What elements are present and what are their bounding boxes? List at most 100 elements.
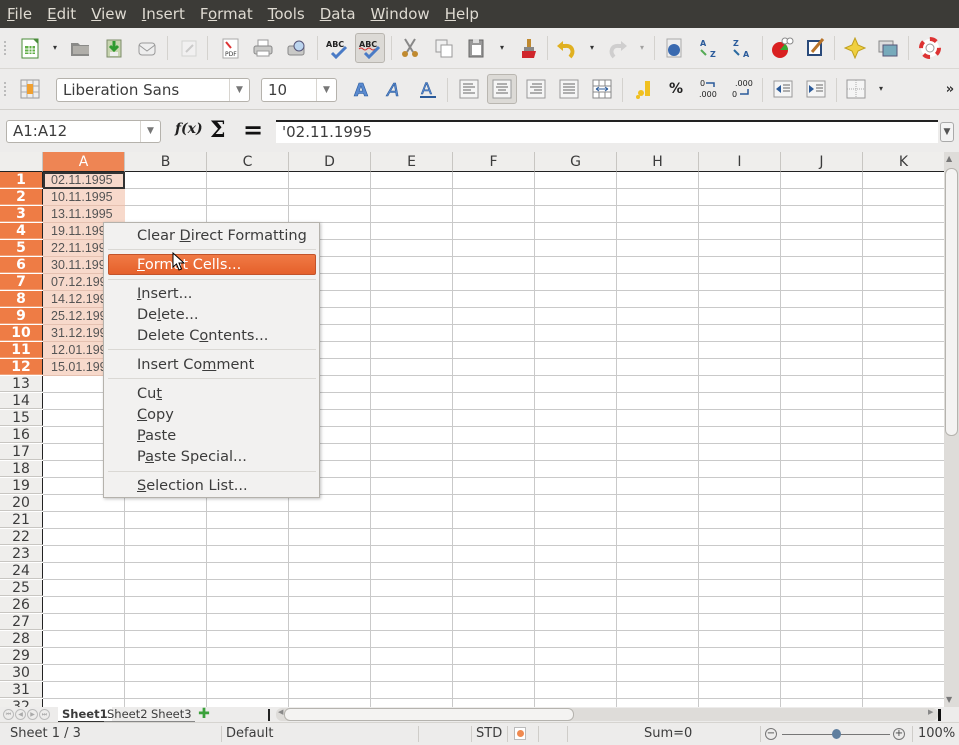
menu-view[interactable]: View bbox=[84, 0, 135, 28]
export-pdf-icon[interactable]: PDF bbox=[216, 34, 244, 62]
paste-dropdown-icon[interactable]: ▾ bbox=[497, 43, 507, 53]
menu-data[interactable]: Data bbox=[313, 0, 364, 28]
function-button[interactable]: = bbox=[243, 116, 263, 144]
row-header-5[interactable]: 5 bbox=[0, 240, 43, 256]
scroll-left-icon[interactable]: ◀ bbox=[278, 708, 283, 716]
context-menu-item-cut[interactable]: Cut bbox=[105, 384, 318, 405]
row-header-12[interactable]: 12 bbox=[0, 359, 43, 375]
first-sheet-icon[interactable]: ⏮ bbox=[3, 709, 14, 720]
selection-mode[interactable]: STD bbox=[476, 723, 502, 745]
row-header-23[interactable]: 23 bbox=[0, 546, 43, 562]
cut-icon[interactable] bbox=[396, 34, 424, 62]
menu-file[interactable]: File bbox=[0, 0, 40, 28]
column-header-c[interactable]: C bbox=[207, 152, 289, 172]
delete-decimal-icon[interactable]: .000 0 bbox=[727, 75, 755, 103]
prev-sheet-icon[interactable]: ◀ bbox=[15, 709, 26, 720]
email-icon[interactable] bbox=[133, 34, 161, 62]
save-icon[interactable] bbox=[100, 34, 128, 62]
sort-descending-icon[interactable]: ZA bbox=[727, 34, 755, 62]
zoom-level[interactable]: 100% bbox=[918, 723, 955, 745]
row-header-1[interactable]: 1 bbox=[0, 172, 43, 188]
context-menu-item-clear-direct-formatting[interactable]: Clear Direct Formatting bbox=[105, 226, 318, 247]
open-folder-icon[interactable] bbox=[66, 34, 94, 62]
row-header-9[interactable]: 9 bbox=[0, 308, 43, 324]
merge-cells-icon[interactable] bbox=[588, 75, 616, 103]
column-header-a[interactable]: A bbox=[43, 152, 125, 172]
borders-dropdown-icon[interactable]: ▾ bbox=[876, 84, 886, 94]
menu-window[interactable]: Window bbox=[364, 0, 438, 28]
gallery-icon[interactable] bbox=[874, 34, 902, 62]
toolbar-overflow-button[interactable]: » bbox=[936, 75, 959, 103]
font-size-dropdown-icon[interactable]: ▼ bbox=[316, 79, 336, 101]
spellcheck-icon[interactable]: ABC bbox=[323, 34, 351, 62]
column-header-b[interactable]: B bbox=[125, 152, 207, 172]
align-center-icon[interactable] bbox=[487, 74, 517, 104]
expand-formula-bar-icon[interactable]: ▼ bbox=[940, 122, 954, 142]
column-header-h[interactable]: H bbox=[617, 152, 699, 172]
copy-icon[interactable] bbox=[430, 34, 458, 62]
column-header-i[interactable]: I bbox=[699, 152, 781, 172]
toolbar-grip[interactable] bbox=[4, 82, 8, 96]
row-header-19[interactable]: 19 bbox=[0, 478, 43, 494]
new-spreadsheet-icon[interactable] bbox=[16, 34, 44, 62]
row-header-24[interactable]: 24 bbox=[0, 563, 43, 579]
column-header-d[interactable]: D bbox=[289, 152, 371, 172]
sum-button[interactable]: Σ bbox=[210, 117, 226, 143]
redo-dropdown-icon[interactable]: ▾ bbox=[637, 43, 647, 53]
context-menu-item-delete-contents[interactable]: Delete Contents... bbox=[105, 326, 318, 347]
autospellcheck-icon[interactable]: ABC bbox=[355, 33, 385, 63]
scroll-up-icon[interactable]: ▲ bbox=[946, 154, 952, 163]
name-box[interactable]: A1:A12 ▼ bbox=[6, 120, 161, 143]
column-header-e[interactable]: E bbox=[371, 152, 453, 172]
bold-icon[interactable]: A bbox=[348, 75, 376, 103]
undo-dropdown-icon[interactable]: ▾ bbox=[587, 43, 597, 53]
row-header-2[interactable]: 2 bbox=[0, 189, 43, 205]
scroll-down-icon[interactable]: ▼ bbox=[946, 695, 952, 704]
vertical-scrollbar[interactable]: ▲ ▼ bbox=[944, 152, 959, 707]
redo-icon[interactable] bbox=[604, 34, 632, 62]
row-header-29[interactable]: 29 bbox=[0, 648, 43, 664]
row-header-25[interactable]: 25 bbox=[0, 580, 43, 596]
add-decimal-icon[interactable]: 0 .000 bbox=[695, 75, 723, 103]
function-wizard-button[interactable]: f(x) bbox=[175, 121, 203, 137]
last-sheet-icon[interactable]: ⏭ bbox=[39, 709, 50, 720]
menu-tools[interactable]: Tools bbox=[261, 0, 313, 28]
horizontal-scroll-thumb[interactable] bbox=[284, 708, 574, 721]
row-header-15[interactable]: 15 bbox=[0, 410, 43, 426]
row-header-17[interactable]: 17 bbox=[0, 444, 43, 460]
menu-edit[interactable]: Edit bbox=[40, 0, 84, 28]
font-name-dropdown-icon[interactable]: ▼ bbox=[229, 79, 249, 101]
row-header-11[interactable]: 11 bbox=[0, 342, 43, 358]
styles-formatting-icon[interactable] bbox=[16, 75, 44, 103]
context-menu-item-paste-special[interactable]: Paste Special... bbox=[105, 447, 318, 468]
font-size-combo[interactable]: 10 ▼ bbox=[261, 78, 337, 102]
hscroll-split-handle[interactable] bbox=[938, 709, 941, 721]
justify-icon[interactable] bbox=[555, 75, 583, 103]
row-header-22[interactable]: 22 bbox=[0, 529, 43, 545]
next-sheet-icon[interactable]: ▶ bbox=[27, 709, 38, 720]
row-header-7[interactable]: 7 bbox=[0, 274, 43, 290]
scroll-right-icon[interactable]: ▶ bbox=[928, 708, 933, 716]
cell-a2[interactable]: 10.11.1995 bbox=[43, 189, 125, 206]
print-icon[interactable] bbox=[249, 34, 277, 62]
column-header-g[interactable]: G bbox=[535, 152, 617, 172]
sheet-tab-sheet3[interactable]: Sheet3 bbox=[148, 707, 195, 722]
currency-icon[interactable] bbox=[630, 75, 658, 103]
horizontal-scrollbar[interactable]: ◀ ▶ bbox=[276, 708, 938, 721]
help-lifebuoy-icon[interactable] bbox=[916, 34, 944, 62]
toolbar-grip[interactable] bbox=[4, 41, 8, 55]
row-header-3[interactable]: 3 bbox=[0, 206, 43, 222]
column-header-k[interactable]: K bbox=[863, 152, 944, 172]
menu-insert[interactable]: Insert bbox=[135, 0, 193, 28]
row-header-28[interactable]: 28 bbox=[0, 631, 43, 647]
align-left-icon[interactable] bbox=[455, 75, 483, 103]
context-menu-item-paste[interactable]: Paste bbox=[105, 426, 318, 447]
row-header-6[interactable]: 6 bbox=[0, 257, 43, 273]
sort-ascending-icon[interactable]: AZ bbox=[694, 34, 722, 62]
sheet-tab-sheet2[interactable]: Sheet2 bbox=[104, 707, 151, 722]
row-header-21[interactable]: 21 bbox=[0, 512, 43, 528]
increase-indent-icon[interactable] bbox=[802, 75, 830, 103]
italic-icon[interactable]: A bbox=[381, 75, 409, 103]
percent-icon[interactable]: % bbox=[662, 75, 690, 103]
font-name-combo[interactable]: Liberation Sans ▼ bbox=[56, 78, 250, 102]
